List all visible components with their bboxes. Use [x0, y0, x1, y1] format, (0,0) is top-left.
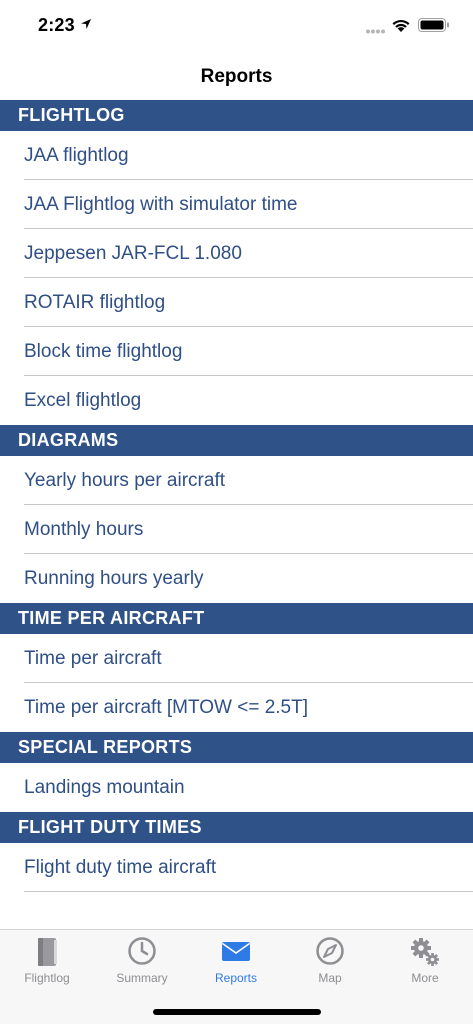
- tab-reports[interactable]: Reports: [189, 930, 283, 992]
- tab-label: Reports: [214, 971, 258, 985]
- report-item-landings-mountain[interactable]: Landings mountain: [0, 763, 473, 812]
- envelope-icon: [222, 942, 250, 961]
- navigation-bar: Reports: [0, 52, 473, 100]
- report-item-excel-flightlog[interactable]: Excel flightlog: [0, 376, 473, 425]
- tab-label: Flightlog: [24, 971, 70, 985]
- clock-icon: [128, 937, 156, 965]
- book-icon: [38, 938, 57, 966]
- tab-flightlog[interactable]: Flightlog: [0, 930, 94, 992]
- compass-icon: [316, 937, 344, 965]
- status-time: 2:23: [38, 15, 75, 35]
- report-item-jaa-flightlog-simulator[interactable]: JAA Flightlog with simulator time: [0, 180, 473, 229]
- report-item-time-per-aircraft[interactable]: Time per aircraft: [0, 634, 473, 683]
- cellular-signal-icon: [366, 29, 385, 34]
- tab-more[interactable]: More: [378, 930, 472, 992]
- report-item-rotair-flightlog[interactable]: ROTAIR flightlog: [0, 278, 473, 327]
- report-item-jaa-flightlog[interactable]: JAA flightlog: [0, 131, 473, 180]
- section-header-flight-duty-times: FLIGHT DUTY TIMES: [0, 812, 473, 843]
- reports-list: FLIGHTLOG JAA flightlog JAA Flightlog wi…: [0, 100, 473, 892]
- tab-label: More: [411, 971, 439, 985]
- report-item-flight-duty-time[interactable]: Flight duty time aircraft: [0, 843, 473, 892]
- tab-map[interactable]: Map: [283, 930, 377, 992]
- section-header-time-per-aircraft: TIME PER AIRCRAFT: [0, 603, 473, 634]
- home-indicator: [153, 1009, 321, 1015]
- wifi-icon: [392, 19, 410, 32]
- status-bar: 2:23: [0, 0, 473, 52]
- tab-summary[interactable]: Summary: [95, 930, 189, 992]
- report-item-time-per-aircraft-mtow[interactable]: Time per aircraft [MTOW <= 2.5T]: [0, 683, 473, 732]
- report-item-jeppesen-jar-fcl[interactable]: Jeppesen JAR-FCL 1.080: [0, 229, 473, 278]
- report-item-yearly-hours[interactable]: Yearly hours per aircraft: [0, 456, 473, 505]
- tab-label: Map: [318, 971, 342, 985]
- report-item-monthly-hours[interactable]: Monthly hours: [0, 505, 473, 554]
- report-item-block-time-flightlog[interactable]: Block time flightlog: [0, 327, 473, 376]
- location-arrow-icon: [81, 19, 91, 29]
- battery-icon: [418, 18, 449, 32]
- section-header-flightlog: FLIGHTLOG: [0, 100, 473, 131]
- gears-icon: [411, 938, 439, 966]
- section-header-diagrams: DIAGRAMS: [0, 425, 473, 456]
- report-item-running-hours[interactable]: Running hours yearly: [0, 554, 473, 603]
- page-title: Reports: [200, 66, 273, 87]
- section-header-special-reports: SPECIAL REPORTS: [0, 732, 473, 763]
- tab-label: Summary: [116, 971, 168, 985]
